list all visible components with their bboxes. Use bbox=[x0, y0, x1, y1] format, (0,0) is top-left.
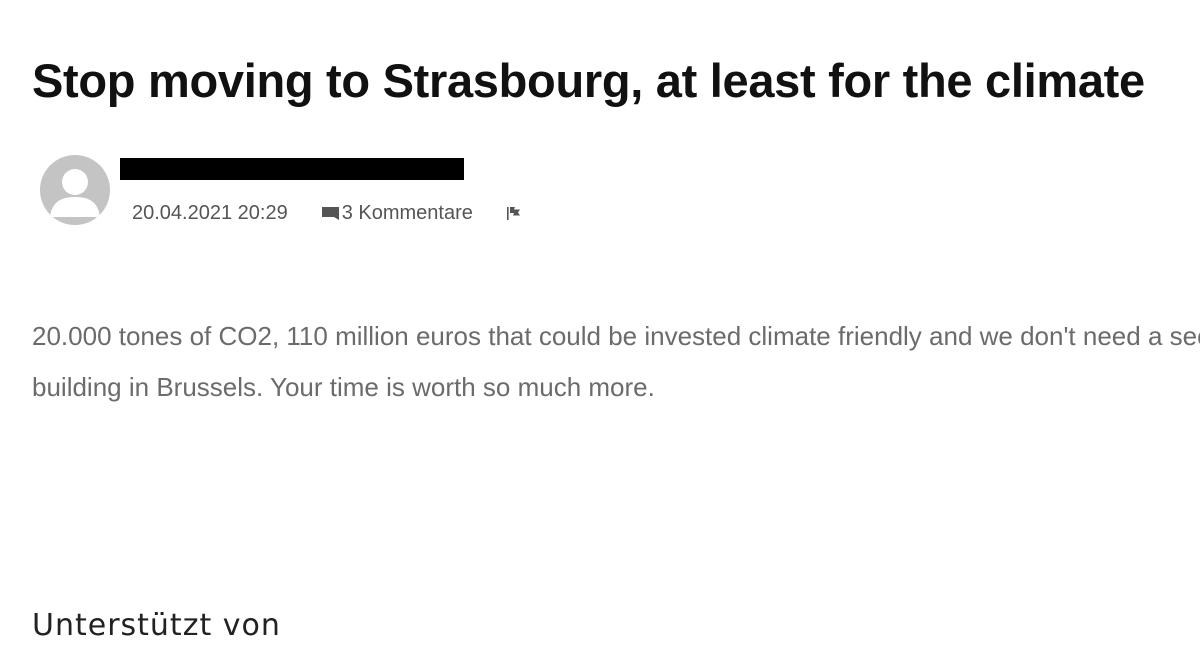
default-user-avatar-icon bbox=[50, 169, 100, 217]
post-page: Stop moving to Strasbourg, at least for … bbox=[0, 0, 1200, 670]
flag-icon[interactable] bbox=[506, 206, 522, 220]
post-body: 20.000 tones of CO2, 110 million euros t… bbox=[32, 311, 1200, 413]
post-date: 20.04.2021 20:29 bbox=[132, 201, 288, 224]
author-name-redacted[interactable]: Malte Gallée bbox=[120, 158, 464, 180]
comments-link[interactable]: 3 Kommentare bbox=[321, 201, 473, 225]
comment-icon bbox=[321, 206, 339, 220]
post-meta: 20.04.2021 20:29 3 Kommentare bbox=[132, 200, 522, 226]
post-body-line: building in Brussels. Your time is worth… bbox=[32, 372, 655, 402]
post-body-line: 20.000 tones of CO2, 110 million euros t… bbox=[32, 321, 1200, 351]
comments-count-label: 3 Kommentare bbox=[341, 201, 473, 224]
author-avatar[interactable] bbox=[40, 155, 110, 225]
supporters-heading: Unterstützt von bbox=[32, 608, 281, 643]
post-title: Stop moving to Strasbourg, at least for … bbox=[32, 54, 1145, 107]
